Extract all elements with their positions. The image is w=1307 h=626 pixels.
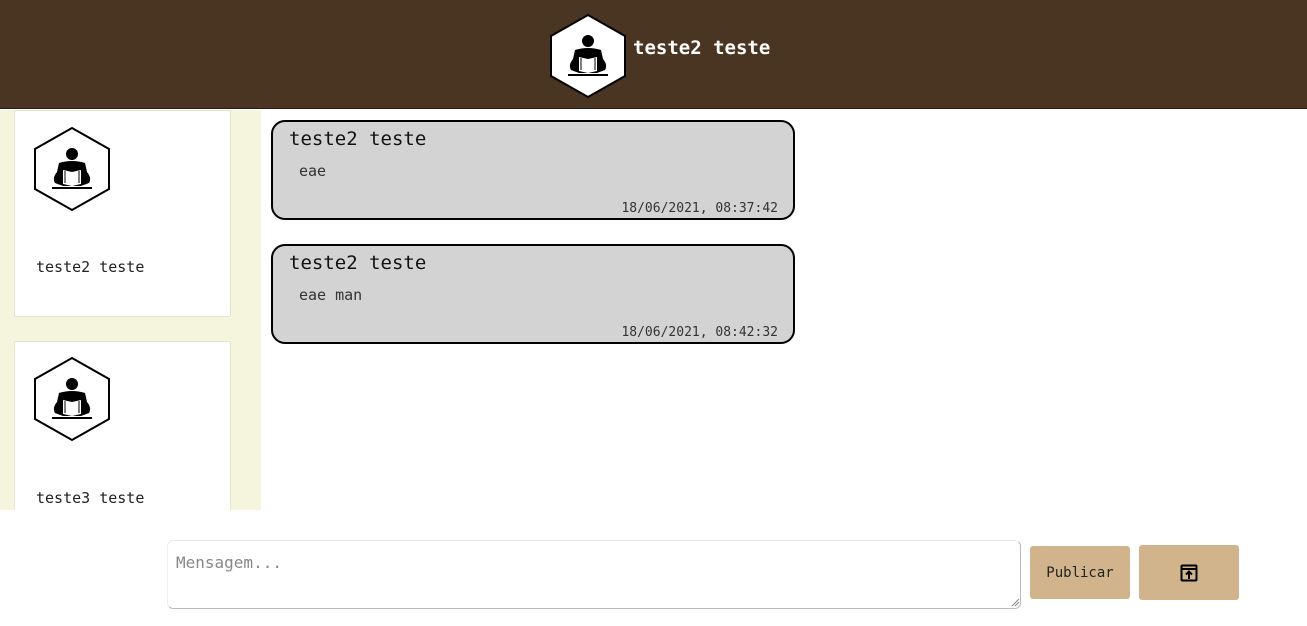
publish-button[interactable]: Publicar (1030, 546, 1130, 599)
reader-hexagon-icon[interactable] (548, 13, 628, 99)
message-author: teste2 teste (289, 252, 427, 274)
reader-hexagon-icon (34, 357, 110, 441)
contact-card[interactable]: teste2 teste (14, 110, 231, 317)
attach-button[interactable] (1139, 545, 1239, 600)
message-author: teste2 teste (289, 128, 427, 150)
contact-name: teste3 teste (36, 489, 145, 507)
message-text: eae (299, 162, 327, 180)
message-bubble: teste2 teste eae man 18/06/2021, 08:42:3… (271, 244, 795, 344)
contact-name: teste2 teste (36, 258, 145, 276)
open-in-new-icon (1180, 564, 1198, 582)
message-text: eae man (299, 286, 363, 304)
contacts-sidebar: teste2 teste teste3 teste (0, 110, 261, 510)
header-title: teste2 teste (633, 37, 771, 59)
contact-card[interactable]: teste3 teste (14, 341, 231, 510)
message-timestamp: 18/06/2021, 08:42:32 (621, 325, 778, 340)
app-header: teste2 teste (0, 0, 1307, 109)
message-bubble: teste2 teste eae 18/06/2021, 08:37:42 (271, 120, 795, 220)
reader-hexagon-icon (34, 127, 110, 211)
message-input[interactable] (167, 540, 1021, 609)
message-timestamp: 18/06/2021, 08:37:42 (621, 201, 778, 216)
